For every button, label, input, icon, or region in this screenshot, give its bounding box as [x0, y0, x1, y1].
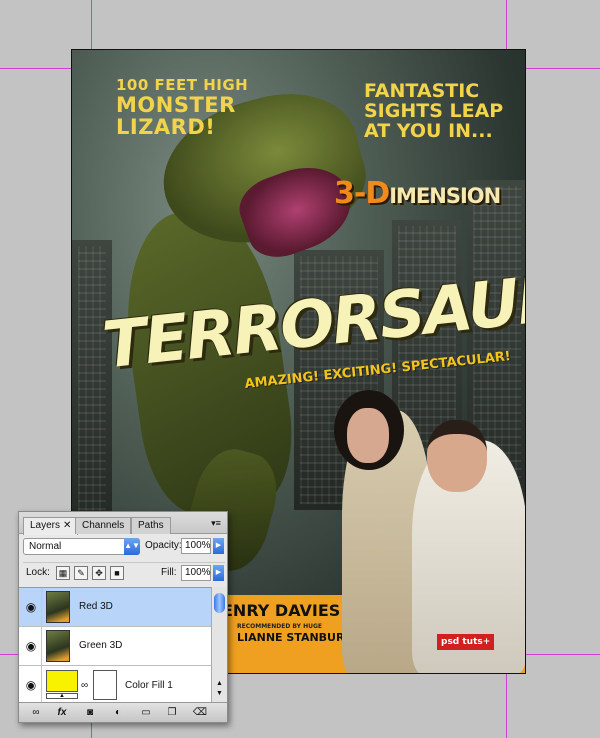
psdtuts-logo: psd tuts+ — [437, 634, 495, 650]
poster-text-line: LIZARD! — [116, 114, 216, 139]
poster-text-line: 100 FEET HIGH — [116, 76, 249, 94]
poster-couple — [312, 390, 525, 673]
link-icon[interactable]: ∞ — [27, 706, 45, 720]
fx-label: fx — [57, 707, 67, 718]
tab-layers[interactable]: Layers ✕ — [23, 517, 79, 535]
poster-text-line: AT YOU IN... — [364, 119, 493, 142]
close-icon[interactable]: ✕ — [63, 520, 71, 531]
blend-opacity-row: Normal ▲▼ Opacity: 100% ▶ — [23, 538, 225, 556]
dimension-rest: IMENSION — [389, 184, 501, 208]
opacity-label: Opacity: — [145, 540, 182, 551]
eye-divider — [41, 627, 42, 666]
eye-icon[interactable]: ◉ — [23, 678, 39, 692]
opacity-input[interactable]: 100% — [181, 538, 211, 554]
opacity-flyout-icon[interactable]: ▶ — [213, 538, 224, 554]
chain-link-icon[interactable]: ∞ — [81, 680, 88, 691]
layer-row-green-3d[interactable]: ◉ Green 3D — [19, 627, 211, 666]
dropdown-arrow-icon[interactable]: ▲▼ — [124, 538, 140, 555]
scroll-down-icon[interactable]: ▼ — [212, 690, 227, 700]
panel-menu-icon[interactable]: ▾≡ — [209, 516, 223, 530]
layers-list: ◉ Red 3D ◉ Green 3D ◉ ▲ ∞ Color Fill 1 — [19, 587, 211, 702]
layer-name: Red 3D — [79, 601, 113, 612]
scrollbar-thumb[interactable] — [214, 593, 225, 613]
fx-icon[interactable]: fx — [53, 706, 71, 720]
layer-mask-thumbnail[interactable] — [93, 670, 117, 700]
blend-mode-value: Normal — [29, 541, 62, 552]
layers-scrollbar[interactable]: ▲ ▼ — [211, 587, 227, 702]
tab-label: Paths — [138, 520, 164, 531]
trash-icon[interactable]: ⌫ — [191, 706, 209, 720]
poster-top-right-text: FANTASTIC SIGHTS LEAP AT YOU IN... — [364, 80, 504, 142]
fill-input[interactable]: 100% — [181, 565, 211, 581]
color-fill-thumbnail[interactable] — [46, 670, 78, 692]
adjustment-icon[interactable]: ◐ — [109, 706, 127, 720]
eye-icon[interactable]: ◉ — [23, 639, 39, 653]
poster-text-line: FANTASTIC — [364, 80, 480, 102]
layer-thumbnail — [46, 591, 70, 623]
layers-panel[interactable]: Layers ✕ Channels Paths ▾≡ Normal ▲▼ Opaci… — [18, 511, 228, 723]
mask-icon[interactable]: ◙ — [81, 706, 99, 720]
poster-text-line: SIGHTS LEAP — [364, 99, 504, 122]
lock-fill-row: Lock: ▦ ✎ ✥ ■ Fill: 100% ▶ — [23, 562, 225, 581]
panel-tabs: Layers ✕ Channels Paths ▾≡ — [19, 512, 227, 535]
tab-label: Layers — [30, 520, 61, 531]
layer-row-color-fill-1[interactable]: ◉ ▲ ∞ Color Fill 1 — [19, 666, 211, 702]
poster-top-left-text: 100 FEET HIGH MONSTER LIZARD! — [116, 76, 249, 139]
lock-position-icon[interactable]: ✥ — [92, 566, 106, 580]
lock-transparency-icon[interactable]: ▦ — [56, 566, 70, 580]
adjustment-indicator-icon: ▲ — [46, 693, 78, 699]
lock-label: Lock: — [26, 567, 50, 578]
layer-name: Color Fill 1 — [125, 680, 173, 691]
eye-icon[interactable]: ◉ — [23, 600, 39, 614]
poster-dimension: 3-DIMENSION — [334, 176, 501, 211]
new-layer-icon[interactable]: ❐ — [163, 706, 181, 720]
tab-paths[interactable]: Paths — [131, 517, 171, 534]
dimension-lead: 3-D — [334, 176, 390, 211]
layer-thumbnail — [46, 630, 70, 662]
tab-label: Channels — [82, 520, 125, 531]
building — [72, 240, 112, 540]
lock-all-icon[interactable]: ■ — [110, 566, 124, 580]
fill-label: Fill: — [161, 567, 177, 578]
poster-text-line: MONSTER — [116, 92, 236, 117]
layer-row-red-3d[interactable]: ◉ Red 3D — [19, 588, 211, 627]
blend-mode-select[interactable]: Normal ▲▼ — [23, 538, 140, 555]
fill-flyout-icon[interactable]: ▶ — [213, 565, 224, 581]
layer-name: Green 3D — [79, 640, 123, 651]
folder-icon[interactable]: ▭ — [137, 706, 155, 720]
tab-channels[interactable]: Channels — [75, 517, 132, 534]
eye-divider — [41, 588, 42, 627]
scroll-up-icon[interactable]: ▲ — [212, 680, 227, 690]
man-head — [427, 420, 487, 492]
panel-bottom-toolbar: ∞ fx ◙ ◐ ▭ ❐ ⌫ — [19, 702, 227, 722]
poster-credit-small: RECOMMENDED BY HUGE — [237, 623, 323, 630]
woman-face — [347, 408, 389, 463]
lock-pixels-icon[interactable]: ✎ — [74, 566, 88, 580]
eye-divider — [41, 666, 42, 702]
